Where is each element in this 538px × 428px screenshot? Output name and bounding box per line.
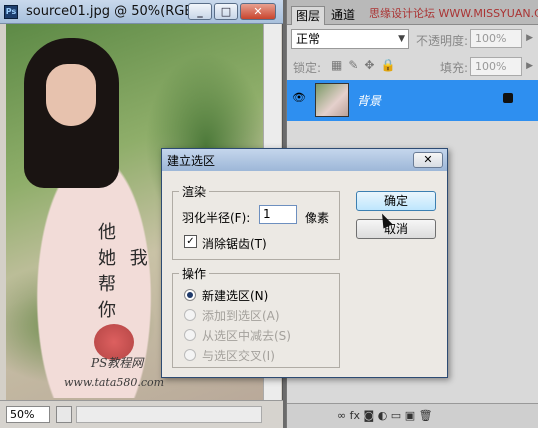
radio-new-selection[interactable] <box>184 289 196 301</box>
lock-icon <box>503 93 513 103</box>
option-intersect-selection[interactable]: 与选区交叉(I) <box>202 347 275 364</box>
radio-add-to-selection[interactable] <box>184 309 196 321</box>
zoom-field[interactable]: 50% <box>6 406 50 423</box>
eye-icon[interactable]: 👁 <box>292 91 306 105</box>
status-info-button[interactable] <box>56 406 72 423</box>
chevron-right-icon: ▶ <box>526 33 533 43</box>
opacity-label: 不透明度: <box>416 34 469 48</box>
tab-layers[interactable]: 图层 <box>291 6 326 25</box>
dialog-title: 建立选区 <box>167 154 216 168</box>
layer-name: 背景 <box>357 94 382 108</box>
radio-intersect-selection[interactable] <box>184 349 196 361</box>
operation-group-label: 操作 <box>179 265 210 282</box>
panel-tabs: 图层 通道 思缘设计论坛 WWW.MISSYUAN.COM <box>287 0 538 25</box>
ok-button[interactable]: 确定 <box>356 191 436 211</box>
watermark-url: www.tata580.com <box>64 376 165 389</box>
fill-label: 填充: <box>440 61 469 75</box>
calligraphy-text: 他 她 我 帮 你 <box>98 222 152 321</box>
antialias-checkbox[interactable]: ✓ <box>184 235 197 248</box>
feather-label: 羽化半径(F): <box>182 211 251 225</box>
opacity-value: 100% <box>475 32 507 45</box>
maximize-button[interactable]: □ <box>214 3 238 20</box>
dialog-title-bar[interactable]: 建立选区 ✕ <box>162 149 447 171</box>
feather-unit: 像素 <box>305 211 330 225</box>
layers-panel-footer: ∞ fx ◙ ◐ ▭ ▣ 🗑 <box>287 403 538 428</box>
close-button[interactable]: ✕ <box>240 3 276 20</box>
horizontal-scrollbar[interactable] <box>76 406 262 423</box>
layer-thumbnail <box>315 83 349 117</box>
layer-row-background[interactable]: 👁 背景 <box>287 80 538 121</box>
fill-value: 100% <box>475 60 507 73</box>
watermark-title: PS教程网 <box>91 356 144 370</box>
make-selection-dialog: 建立选区 ✕ 渲染 羽化半径(F): 1 像素 ✓ 消除锯齿(T) 操作 新建选… <box>161 148 448 378</box>
antialias-label[interactable]: 消除锯齿(T) <box>202 235 267 252</box>
option-subtract-from-selection[interactable]: 从选区中减去(S) <box>202 327 291 344</box>
photoshop-icon: Ps <box>4 5 18 19</box>
opacity-input[interactable]: 100% ▶ <box>470 29 533 48</box>
photo-face <box>46 64 96 126</box>
chevron-right-icon: ▶ <box>526 61 533 71</box>
blend-mode-select[interactable]: 正常 ▼ <box>291 29 409 49</box>
radio-subtract-from-selection[interactable] <box>184 329 196 341</box>
minimize-button[interactable]: _ <box>188 3 212 20</box>
option-add-to-selection[interactable]: 添加到选区(A) <box>202 307 280 324</box>
tab-channels[interactable]: 通道 <box>327 6 359 25</box>
status-bar: 50% <box>0 400 283 428</box>
document-title: source01.jpg @ 50%(RGB/... <box>26 4 210 19</box>
forum-watermark: 思缘设计论坛 WWW.MISSYUAN.COM <box>369 7 538 20</box>
panel-footer-icons[interactable]: ∞ fx ◙ ◐ ▭ ▣ 🗑 <box>337 409 433 422</box>
fill-input[interactable]: 100% ▶ <box>470 57 533 76</box>
chevron-down-icon: ▼ <box>398 34 405 44</box>
dialog-close-button[interactable]: ✕ <box>413 152 443 168</box>
lock-options-icons[interactable]: ▦✎✥🔒 <box>331 58 401 72</box>
option-new-selection[interactable]: 新建选区(N) <box>202 287 268 304</box>
lock-label: 锁定: <box>293 61 322 75</box>
feather-radius-input[interactable]: 1 <box>259 205 297 224</box>
document-title-bar[interactable]: Ps source01.jpg @ 50%(RGB/... _ □ ✕ <box>0 0 283 24</box>
blend-mode-value: 正常 <box>296 32 321 46</box>
cancel-button[interactable]: 取消 <box>356 219 436 239</box>
render-group-label: 渲染 <box>179 183 210 200</box>
